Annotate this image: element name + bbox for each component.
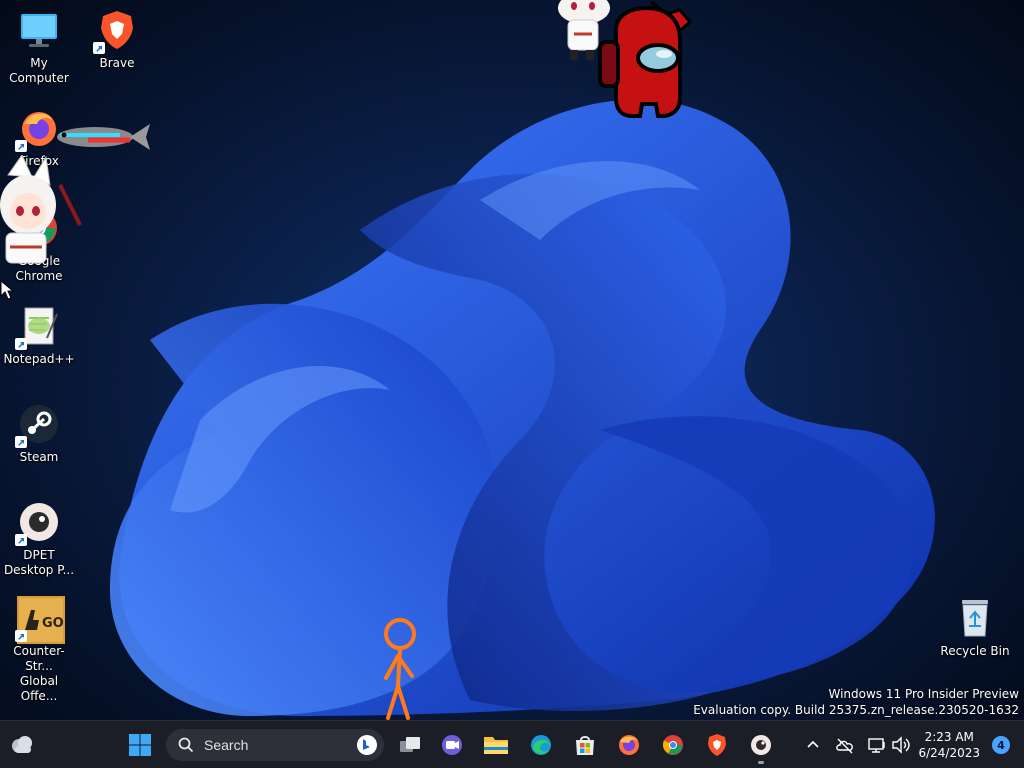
show-hidden-icons-button[interactable] [797,729,829,761]
desktop-icon-label: Steam [19,450,59,464]
desktop-icon-my-computer[interactable]: My Computer [0,8,78,86]
shortcut-arrow-icon [15,140,27,152]
search-input[interactable] [202,736,356,754]
desktop-icon-notepad-plus-plus[interactable]: Notepad++ [0,304,78,367]
shortcut-arrow-icon [15,436,27,448]
desktop-icon-label: Counter-Str... Global Offe... [13,644,65,703]
desktop-icon-steam[interactable]: Steam [0,402,78,465]
watermark-edition: Windows 11 Pro Insider Preview [828,687,1019,701]
firefox-icon [619,735,639,755]
desktop-icon-label: Recycle Bin [940,644,1010,658]
taskbar-search-box[interactable] [166,729,384,761]
desktop-icon-label: Notepad++ [3,352,75,366]
svg-text:GO: GO [42,616,64,631]
desktop-icon-label: My Computer [9,56,69,85]
widgets-button[interactable] [6,729,38,761]
chevron-up-icon [807,740,819,748]
desktop-icon-label: DPET Desktop P... [3,548,75,577]
dpet-taskbar-button[interactable] [745,729,777,764]
monitor-icon [17,8,61,52]
volume-tray-button[interactable] [885,729,917,761]
desktop-icon-dpet[interactable]: DPET Desktop P... [0,500,78,578]
teams-chat-button[interactable] [436,729,468,761]
taskbar-clock[interactable]: 2:23 AM 6/24/2023 [918,729,980,761]
desktop-icon-recycle-bin[interactable]: Recycle Bin [936,596,1014,659]
csgo-icon: GO [15,596,65,644]
brave-icon [93,8,139,54]
microsoft-store-button[interactable] [569,729,601,761]
windows-watermark: Windows 11 Pro Insider Preview Evaluatio… [693,686,1019,718]
neon-fish-pet [57,124,150,150]
task-view-icon [400,737,420,752]
notification-badge[interactable]: 4 [992,736,1010,754]
volume-icon [892,736,910,754]
firefox-taskbar-button[interactable] [613,729,645,761]
brave-icon [708,734,726,756]
among-us-crewmate-pet [598,0,693,118]
brave-taskbar-button[interactable] [701,729,733,761]
edge-button[interactable] [525,729,557,761]
shortcut-arrow-icon [15,534,27,546]
chrome-icon [662,735,683,755]
chat-icon [442,735,462,755]
notepad-plus-plus-icon [15,304,61,350]
dpet-icon [15,500,61,546]
taskbar: 2:23 AM 6/24/2023 4 [0,720,1024,768]
shortcut-arrow-icon [15,630,27,642]
shortcut-arrow-icon [15,338,27,350]
bing-icon[interactable] [356,734,378,756]
onedrive-tray-button[interactable] [829,729,861,761]
desktop-icon-counter-strike[interactable]: GO Counter-Str... Global Offe... [0,596,78,704]
desktop-icon-label: Brave [99,56,135,70]
clock-time: 2:23 AM [924,730,974,744]
recycle-bin-icon [953,596,997,640]
edge-icon [531,735,551,755]
running-indicator [758,761,764,764]
search-icon [178,737,194,753]
onedrive-offline-icon [836,738,853,754]
chrome-taskbar-button[interactable] [657,729,689,761]
start-button[interactable] [124,729,156,761]
file-explorer-button[interactable] [480,729,512,761]
mouse-cursor [0,280,14,300]
dpet-icon [751,735,771,755]
watermark-build: Evaluation copy. Build 25375.zn_release.… [693,703,1019,717]
clock-date: 6/24/2023 [918,746,980,760]
windows-logo-icon [129,734,151,756]
stick-figure-pet [384,618,416,720]
steam-icon [15,402,61,448]
network-icon [868,738,885,753]
weather-cloud-icon [12,736,32,753]
store-icon [576,736,594,755]
task-view-button[interactable] [394,729,426,761]
wallpaper-bloom [110,99,935,716]
desktop-icon-brave[interactable]: Brave [78,8,156,71]
shortcut-arrow-icon [93,42,105,54]
folder-icon [484,737,508,754]
anime-girl-pet-left [0,155,82,264]
